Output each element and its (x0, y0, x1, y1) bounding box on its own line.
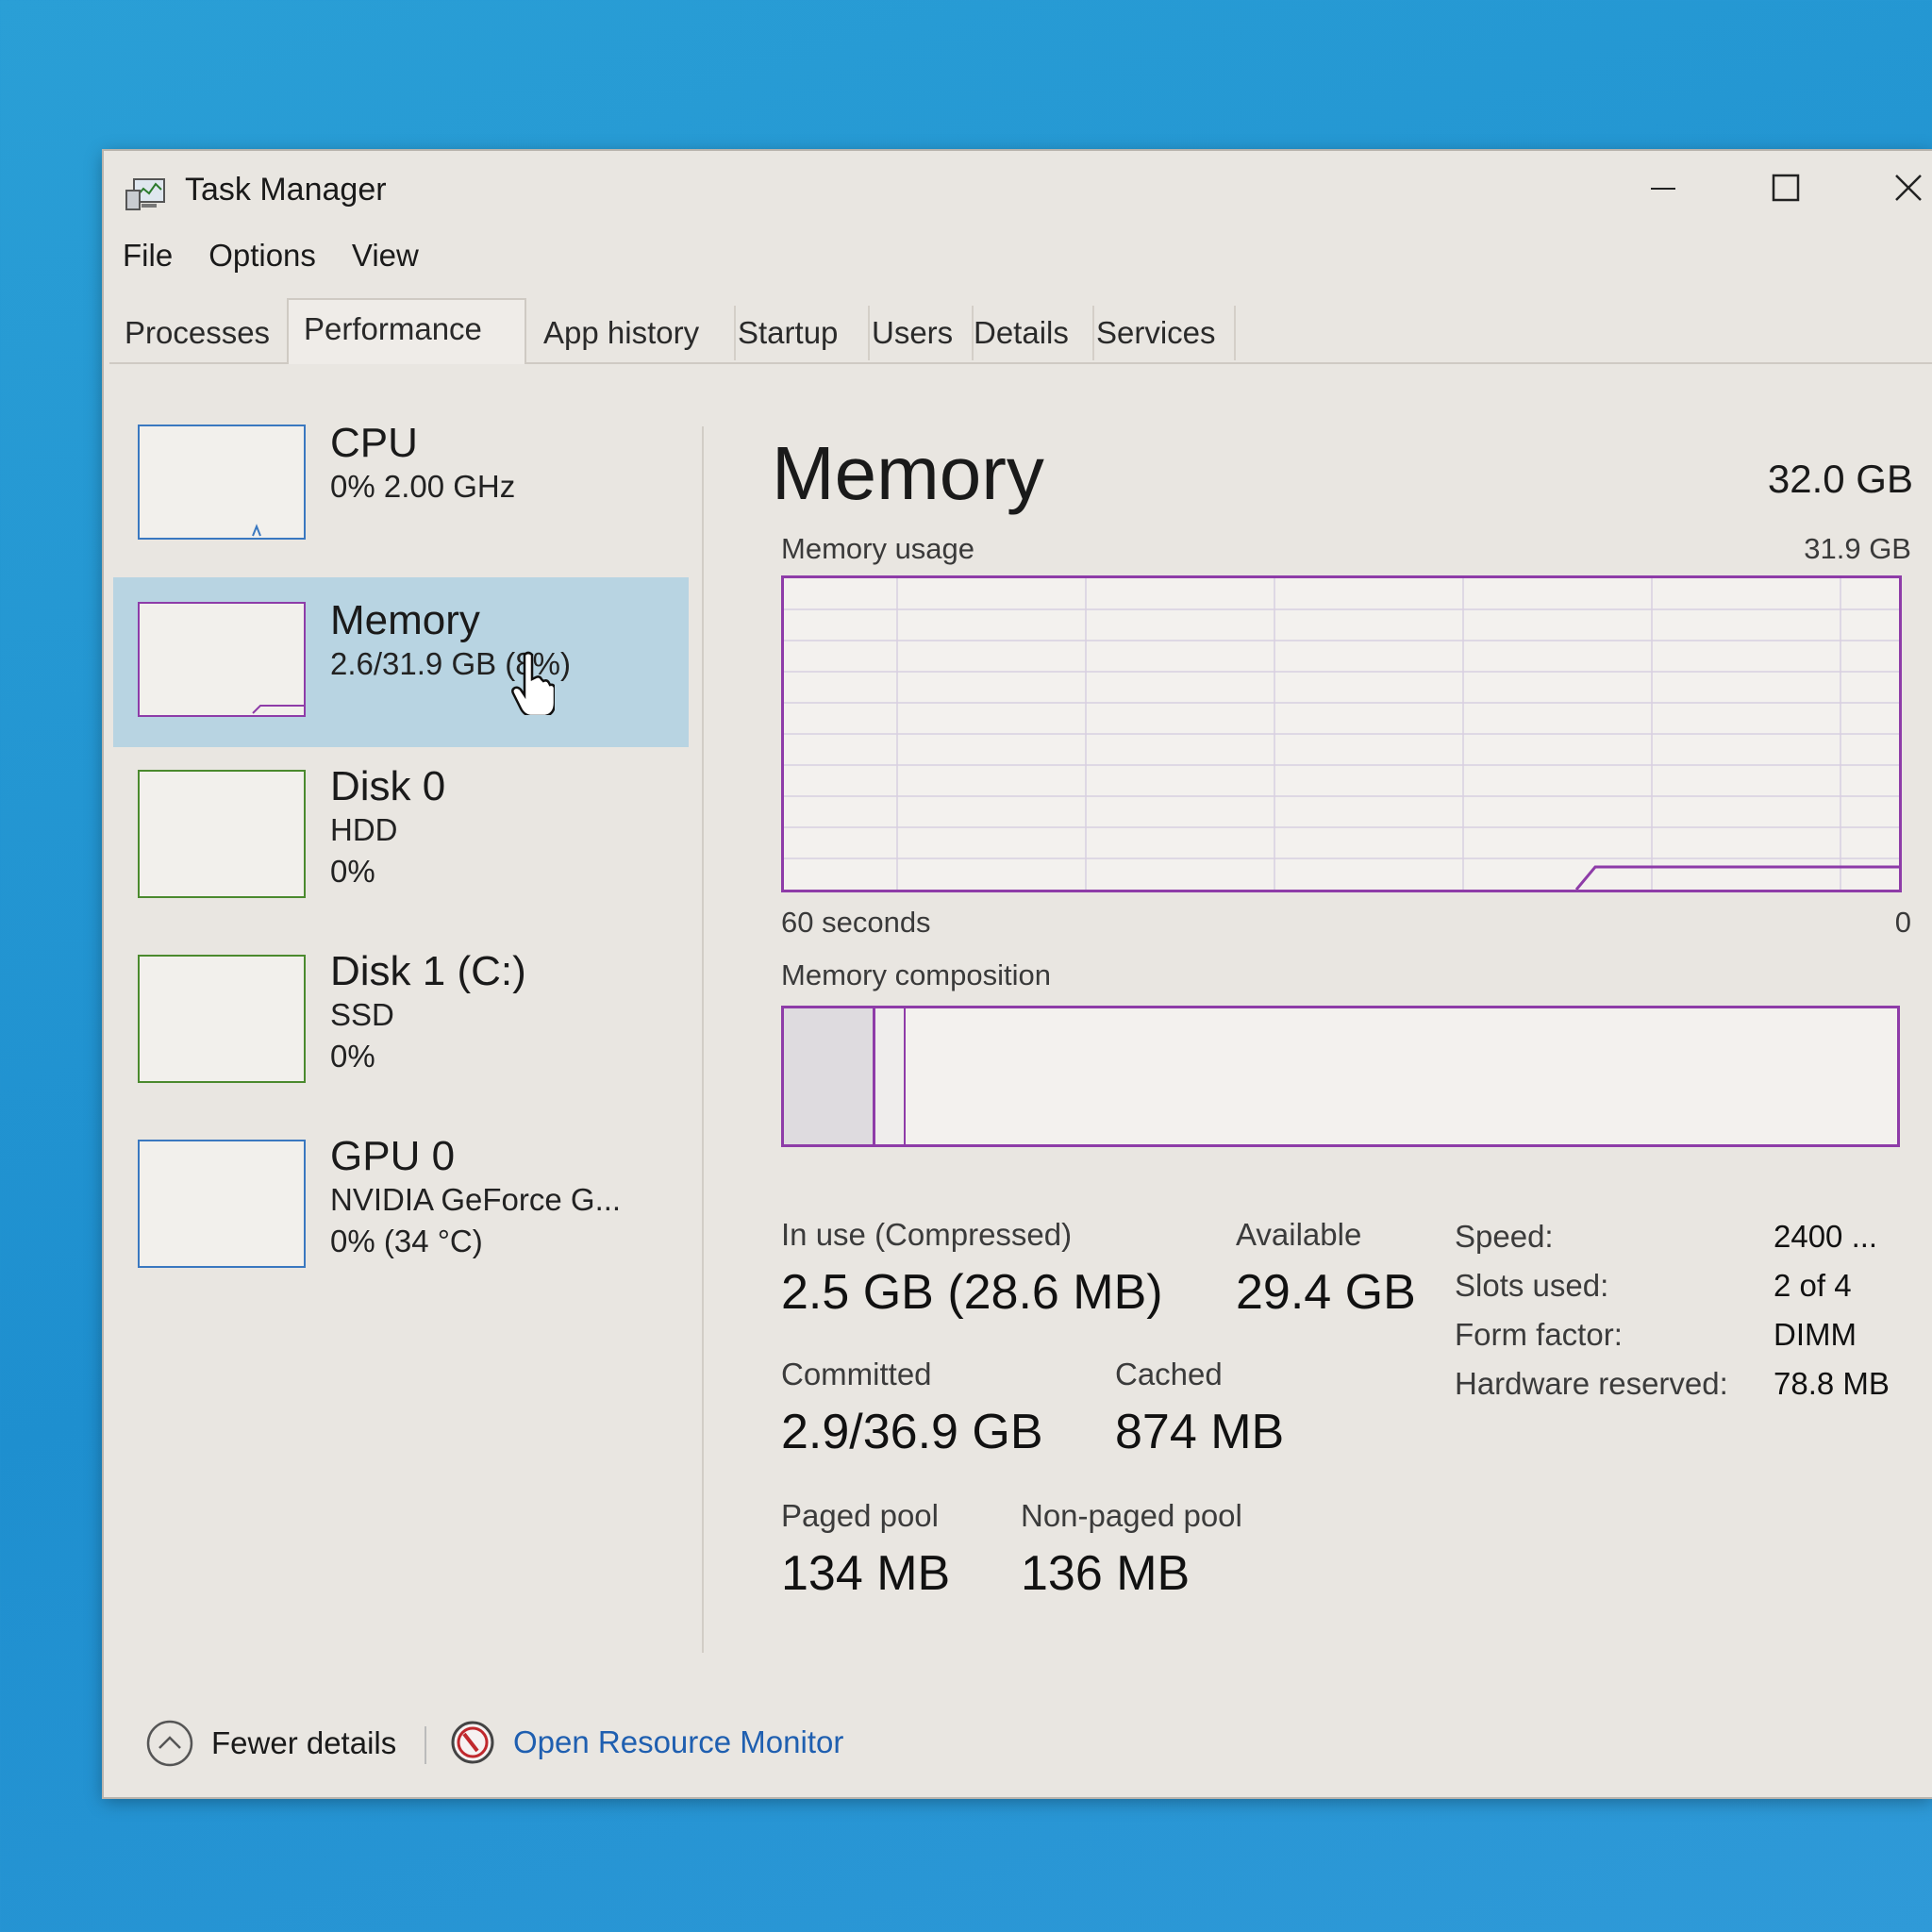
sidebar-item-value: 0% (330, 854, 375, 889)
close-icon (1895, 175, 1922, 201)
open-resource-monitor-label: Open Resource Monitor (513, 1724, 844, 1759)
sidebar-item-detail: HDD (330, 812, 398, 847)
tab-users[interactable]: Users (857, 306, 974, 360)
minimize-icon (1651, 188, 1675, 190)
minimize-button[interactable] (1611, 158, 1715, 217)
slots-used-label: Slots used: (1455, 1268, 1609, 1303)
paged-pool-label: Paged pool (781, 1498, 939, 1533)
disk0-thumbnail-graph (138, 770, 306, 898)
sidebar-item-detail: SSD (330, 997, 394, 1032)
sidebar-item-value: 0% (34 °C) (330, 1224, 483, 1258)
title-bar[interactable]: Task Manager (104, 151, 1932, 226)
speed-label: Speed: (1455, 1219, 1554, 1254)
memory-composition-bar (781, 1006, 1900, 1147)
cached-label: Cached (1115, 1357, 1223, 1391)
fewer-details-label: Fewer details (211, 1725, 397, 1760)
menu-options[interactable]: Options (208, 238, 316, 274)
hardware-reserved-value: 78.8 MB (1774, 1366, 1890, 1401)
memory-usage-max: 31.9 GB (1804, 532, 1911, 565)
hardware-reserved-label: Hardware reserved: (1455, 1366, 1728, 1401)
sidebar-item-label: GPU 0 (330, 1133, 456, 1179)
sidebar-item-gpu-0[interactable]: GPU 0 NVIDIA GeForce G... 0% (34 °C) (113, 1124, 689, 1300)
time-axis-right: 0 (1894, 906, 1911, 939)
form-factor-value: DIMM (1774, 1317, 1857, 1352)
close-button[interactable] (1857, 158, 1932, 217)
composition-modified (875, 1008, 906, 1144)
committed-label: Committed (781, 1357, 932, 1391)
speed-value: 2400 ... (1774, 1219, 1878, 1254)
sidebar-item-value: 0% (330, 1039, 375, 1074)
open-resource-monitor-link[interactable]: Open Resource Monitor (449, 1719, 843, 1766)
available-value: 29.4 GB (1236, 1265, 1416, 1320)
memory-usage-line (1574, 865, 1899, 891)
menu-view[interactable]: View (352, 238, 419, 274)
resource-monitor-icon (451, 1721, 494, 1764)
tab-details[interactable]: Details (958, 306, 1094, 360)
memory-thumbnail-graph (138, 602, 306, 717)
window-title: Task Manager (185, 172, 387, 208)
memory-total: 32.0 GB (1767, 457, 1913, 501)
cached-value: 874 MB (1115, 1405, 1285, 1459)
time-axis-left: 60 seconds (781, 906, 931, 939)
non-paged-pool-value: 136 MB (1021, 1546, 1191, 1601)
paged-pool-value: 134 MB (781, 1546, 951, 1601)
cpu-thumbnail-graph (138, 425, 306, 540)
hand-cursor-icon (511, 651, 555, 715)
memory-usage-label: Memory usage (781, 532, 975, 565)
sidebar-item-disk-0[interactable]: Disk 0 HDD 0% (113, 755, 689, 930)
memory-usage-graph (781, 575, 1902, 892)
task-manager-icon (125, 178, 165, 210)
sidebar-item-label: Disk 0 (330, 763, 446, 809)
memory-usage-grid (784, 578, 1899, 891)
sidebar-item-label: Memory (330, 597, 480, 643)
tab-performance[interactable]: Performance (287, 298, 526, 364)
in-use-label: In use (Compressed) (781, 1217, 1073, 1252)
disk1-thumbnail-graph (138, 955, 306, 1083)
gpu0-thumbnail-graph (138, 1140, 306, 1268)
slots-used-value: 2 of 4 (1774, 1268, 1852, 1303)
sidebar-item-detail: NVIDIA GeForce G... (330, 1182, 622, 1217)
maximize-icon (1772, 174, 1800, 202)
pane-divider[interactable] (702, 426, 704, 1653)
tab-processes[interactable]: Processes (109, 306, 302, 360)
sidebar-item-detail: 0% 2.00 GHz (330, 469, 516, 504)
composition-in-use (784, 1008, 875, 1144)
memory-composition-label: Memory composition (781, 958, 1051, 991)
footer-bar: Fewer details Open Resource Monitor (104, 1698, 1932, 1774)
footer-separator (425, 1726, 426, 1764)
tab-app-history[interactable]: App history (528, 306, 736, 360)
page-title: Memory (772, 431, 1044, 515)
sidebar-item-label: Disk 1 (C:) (330, 948, 526, 994)
sidebar-item-disk-1[interactable]: Disk 1 (C:) SSD 0% (113, 940, 689, 1115)
task-manager-window: Task Manager File Options View Processes… (104, 151, 1932, 1797)
menu-bar: File Options View (123, 238, 419, 274)
chevron-up-icon (146, 1720, 193, 1767)
non-paged-pool-label: Non-paged pool (1021, 1498, 1242, 1533)
committed-value: 2.9/36.9 GB (781, 1405, 1043, 1459)
sidebar-item-cpu[interactable]: CPU 0% 2.00 GHz (113, 406, 689, 570)
cpu-sparkline (252, 524, 261, 537)
sidebar-item-label: CPU (330, 420, 418, 466)
tab-services[interactable]: Services (1081, 306, 1236, 360)
menu-file[interactable]: File (123, 238, 173, 274)
fewer-details-button[interactable]: Fewer details (145, 1719, 396, 1768)
in-use-value: 2.5 GB (28.6 MB) (781, 1265, 1163, 1320)
sidebar-item-memory[interactable]: Memory 2.6/31.9 GB (8%) (113, 577, 689, 747)
maximize-button[interactable] (1734, 158, 1838, 217)
tab-strip: Processes Performance App history Startu… (109, 298, 1932, 364)
memory-sparkline (252, 705, 304, 714)
tab-startup[interactable]: Startup (723, 306, 870, 360)
available-label: Available (1236, 1217, 1362, 1252)
form-factor-label: Form factor: (1455, 1317, 1623, 1352)
